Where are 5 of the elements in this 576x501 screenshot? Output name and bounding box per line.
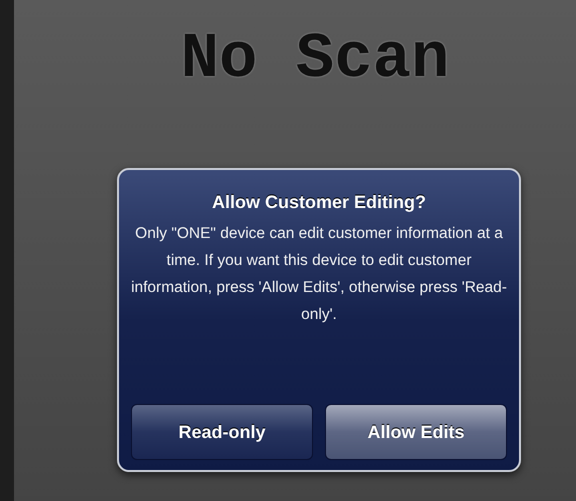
alert-button[interactable]: Allow Edits (325, 404, 507, 460)
alert-title: Allow Customer Editing? (212, 191, 426, 214)
screen-title: No Scan (180, 28, 450, 92)
alert-message: Only "ONE" device can edit customer information at a time. If you want this device to edit customer information, press 'Allow Edits', otherwise press 'Read-only'. (130, 224, 508, 325)
alert-button[interactable]: Read-only (131, 404, 313, 460)
